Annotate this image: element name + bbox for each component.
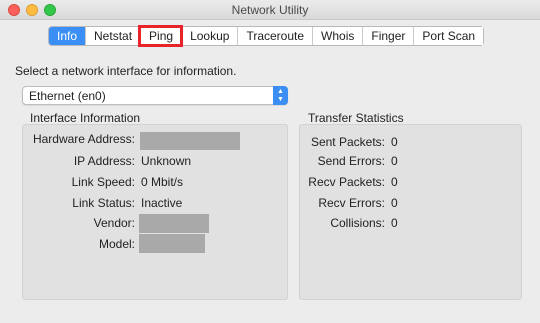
interface-info-title: Interface Information (30, 111, 141, 125)
vendor-label: Vendor: (93, 216, 135, 230)
tab-traceroute[interactable]: Traceroute (237, 27, 313, 45)
link-status-value: Inactive (141, 196, 183, 210)
tab-finger[interactable]: Finger (362, 27, 414, 45)
recv-errors-value: 0 (391, 196, 398, 210)
link-status-row: Link Status: Inactive (23, 196, 287, 212)
link-speed-value: 0 Mbit/s (141, 175, 184, 189)
transfer-stats-title: Transfer Statistics (308, 111, 404, 125)
recv-errors-label: Recv Errors: (318, 196, 385, 210)
ip-address-value: Unknown (141, 154, 192, 168)
collisions-label: Collisions: (330, 216, 385, 230)
send-errors-value: 0 (391, 154, 398, 168)
sent-packets-value: 0 (391, 135, 398, 149)
tab-info[interactable]: Info (49, 27, 86, 45)
send-errors-label: Send Errors: (317, 154, 385, 168)
vendor-redacted-value (139, 214, 209, 233)
chevron-up-down-icon[interactable]: ▲ ▼ (273, 86, 288, 105)
interface-dropdown-value: Ethernet (en0) (29, 89, 106, 103)
hardware-address-redacted-value (140, 132, 240, 150)
network-utility-window: Network Utility Info Netstat Ping Lookup… (0, 0, 540, 323)
tab-port-scan[interactable]: Port Scan (413, 27, 484, 45)
transfer-stats-panel: Sent Packets: 0 Send Errors: 0 Recv Pack… (299, 124, 522, 300)
tab-ping[interactable]: Ping (138, 25, 184, 47)
link-speed-label: Link Speed: (71, 175, 135, 189)
tab-lookup[interactable]: Lookup (181, 27, 238, 45)
interface-dropdown[interactable]: Ethernet (en0) ▲ ▼ (22, 86, 288, 105)
model-label: Model: (98, 237, 135, 251)
collisions-value: 0 (391, 216, 398, 230)
ip-address-row: IP Address: Unknown (23, 154, 287, 170)
title-bar: Network Utility (0, 0, 540, 20)
link-status-label: Link Status: (72, 196, 135, 210)
sent-packets-label: Sent Packets: (310, 135, 385, 149)
ip-address-label: IP Address: (73, 154, 135, 168)
recv-packets-label: Recv Packets: (308, 175, 385, 189)
tab-whois[interactable]: Whois (312, 27, 363, 45)
link-speed-row: Link Speed: 0 Mbit/s (23, 175, 287, 191)
hardware-address-row: Hardware Address: (23, 132, 287, 150)
tab-netstat[interactable]: Netstat (85, 27, 141, 45)
interface-info-panel: Hardware Address: IP Address: Unknown Li… (22, 124, 288, 300)
model-row: Model: (23, 234, 287, 253)
tab-bar: Info Netstat Ping Lookup Traceroute Whoi… (48, 25, 485, 47)
interface-select-prompt: Select a network interface for informati… (15, 64, 237, 78)
hardware-address-label: Hardware Address: (32, 132, 135, 146)
window-title: Network Utility (231, 3, 309, 17)
vendor-row: Vendor: (23, 214, 287, 233)
recv-packets-value: 0 (391, 175, 398, 189)
model-redacted-value (139, 234, 205, 253)
